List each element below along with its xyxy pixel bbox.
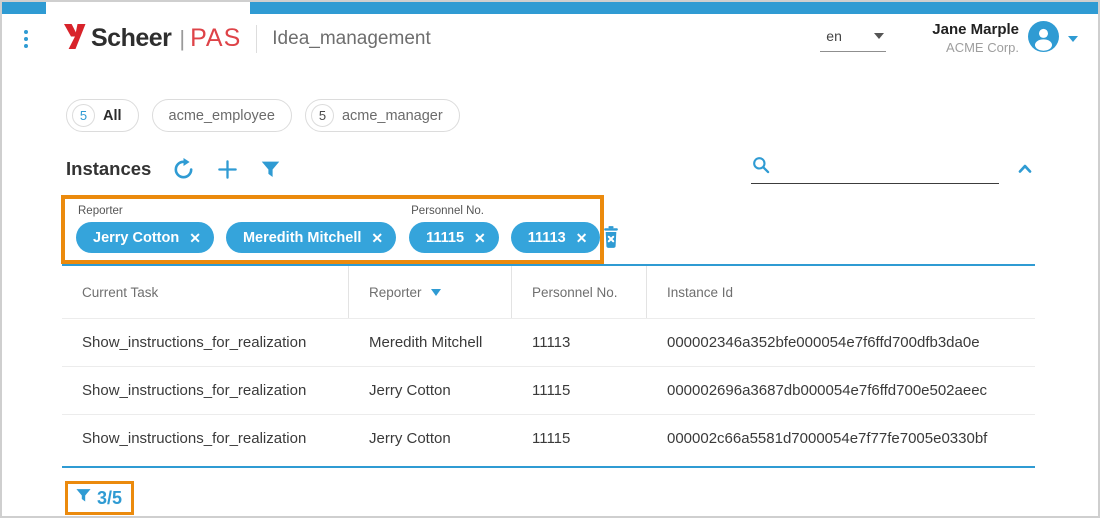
cell-reporter: Meredith Mitchell	[349, 334, 512, 351]
scheer-pas-logo: Scheer | PAS	[63, 23, 241, 55]
instances-title: Instances	[66, 158, 151, 180]
filter-count-text: 3/5	[97, 488, 122, 509]
role-chip-acme-employee[interactable]: acme_employee	[152, 99, 292, 132]
role-chip-acme-manager[interactable]: 5 acme_manager	[305, 99, 460, 132]
filter-chip-text: Meredith Mitchell	[243, 230, 361, 246]
app-title: Idea_management	[272, 28, 430, 50]
remove-chip-icon[interactable]: ✕	[189, 231, 201, 245]
cell-reporter: Jerry Cotton	[349, 382, 512, 399]
remove-chip-icon[interactable]: ✕	[474, 231, 486, 245]
filter-chip-jerry-cotton[interactable]: Jerry Cotton ✕	[76, 222, 214, 253]
kebab-menu-icon[interactable]	[16, 30, 36, 48]
filter-chip-text: 11115	[426, 230, 464, 246]
filter-chip-11113[interactable]: 11113 ✕	[511, 222, 601, 253]
filter-chip-11115[interactable]: 11115 ✕	[409, 222, 499, 253]
scheer-logo-mark-icon	[63, 23, 91, 55]
cell-personnel-no: 11115	[512, 382, 647, 399]
role-chip-count: 5	[72, 104, 95, 127]
logo-separator: |	[179, 26, 185, 52]
table-header-row: Current Task Reporter Personnel No. Inst…	[62, 266, 1035, 318]
role-chip-label: All	[103, 108, 122, 124]
sort-desc-icon	[431, 289, 441, 296]
cell-current-task: Show_instructions_for_realization	[62, 382, 349, 399]
remove-chip-icon[interactable]: ✕	[576, 231, 588, 245]
cell-current-task: Show_instructions_for_realization	[62, 430, 349, 447]
role-chip-label: acme_manager	[342, 108, 443, 124]
clear-all-filters-icon[interactable]	[600, 225, 622, 249]
header-divider	[256, 25, 257, 53]
cell-personnel-no: 11115	[512, 430, 647, 447]
filter-icon	[75, 487, 92, 509]
instances-table: Current Task Reporter Personnel No. Inst…	[62, 264, 1035, 468]
user-name: Jane Marple	[932, 21, 1019, 40]
refresh-icon[interactable]	[172, 158, 195, 181]
user-menu[interactable]: Jane Marple ACME Corp.	[932, 21, 1078, 57]
app-window: Scheer | PAS Idea_management en Jane Mar…	[0, 0, 1100, 518]
instances-toolbar: Instances	[66, 155, 1035, 183]
column-header-reporter[interactable]: Reporter	[349, 266, 512, 318]
search-input[interactable]	[779, 164, 999, 180]
collapse-chevron-up-icon[interactable]	[1015, 159, 1035, 179]
cell-current-task: Show_instructions_for_realization	[62, 334, 349, 351]
role-chip-label: acme_employee	[169, 108, 275, 124]
filter-chip-text: 11113	[528, 230, 566, 246]
filter-group-reporter: Reporter Jerry Cotton ✕ Meredith Mitchel…	[76, 203, 396, 253]
language-value: en	[826, 28, 842, 44]
filter-group-label: Reporter	[78, 205, 396, 217]
search-icon	[751, 155, 771, 180]
filter-group-personnel-no: Personnel No. 11115 ✕ 11113 ✕	[409, 203, 600, 253]
filter-icon[interactable]	[260, 159, 281, 180]
cell-instance-id: 000002696a3687db000054e7f6ffd700e502aeec	[647, 382, 1035, 399]
search-box[interactable]	[751, 155, 999, 184]
add-instance-icon[interactable]	[216, 158, 239, 181]
cell-instance-id: 000002346a352bfe000054e7f6ffd700dfb3da0e	[647, 334, 1035, 351]
role-filter-chips: 5 All acme_employee 5 acme_manager	[66, 99, 1098, 132]
role-chip-all[interactable]: 5 All	[66, 99, 139, 132]
cell-reporter: Jerry Cotton	[349, 430, 512, 447]
chevron-down-icon	[874, 33, 884, 39]
remove-chip-icon[interactable]: ✕	[371, 231, 383, 245]
filter-chip-text: Jerry Cotton	[93, 230, 179, 246]
language-select[interactable]: en	[820, 26, 886, 52]
column-header-instance-id[interactable]: Instance Id	[647, 266, 1035, 318]
avatar	[1028, 21, 1059, 57]
column-header-current-task[interactable]: Current Task	[62, 266, 349, 318]
header: Scheer | PAS Idea_management en Jane Mar…	[2, 14, 1098, 63]
filter-count-badge[interactable]: 3/5	[65, 481, 134, 515]
search-area	[751, 155, 1035, 184]
role-chip-count: 5	[311, 104, 334, 127]
product-name: PAS	[190, 24, 241, 53]
brand-name: Scheer	[91, 24, 171, 53]
table-row[interactable]: Show_instructions_for_realization Meredi…	[62, 318, 1035, 366]
table-row[interactable]: Show_instructions_for_realization Jerry …	[62, 414, 1035, 462]
table-row[interactable]: Show_instructions_for_realization Jerry …	[62, 366, 1035, 414]
filter-group-label: Personnel No.	[411, 205, 600, 217]
topbar-notch	[46, 2, 250, 14]
user-organization: ACME Corp.	[932, 40, 1019, 56]
cell-personnel-no: 11113	[512, 334, 647, 351]
user-info: Jane Marple ACME Corp.	[932, 21, 1019, 56]
column-header-personnel-no[interactable]: Personnel No.	[512, 266, 647, 318]
top-accent-bar	[2, 2, 1098, 14]
chevron-down-icon	[1068, 36, 1078, 42]
cell-instance-id: 000002c66a5581d7000054e7f77fe7005e0330bf	[647, 430, 1035, 447]
active-filters-panel: Reporter Jerry Cotton ✕ Meredith Mitchel…	[61, 195, 604, 264]
filter-chip-meredith-mitchell[interactable]: Meredith Mitchell ✕	[226, 222, 396, 253]
